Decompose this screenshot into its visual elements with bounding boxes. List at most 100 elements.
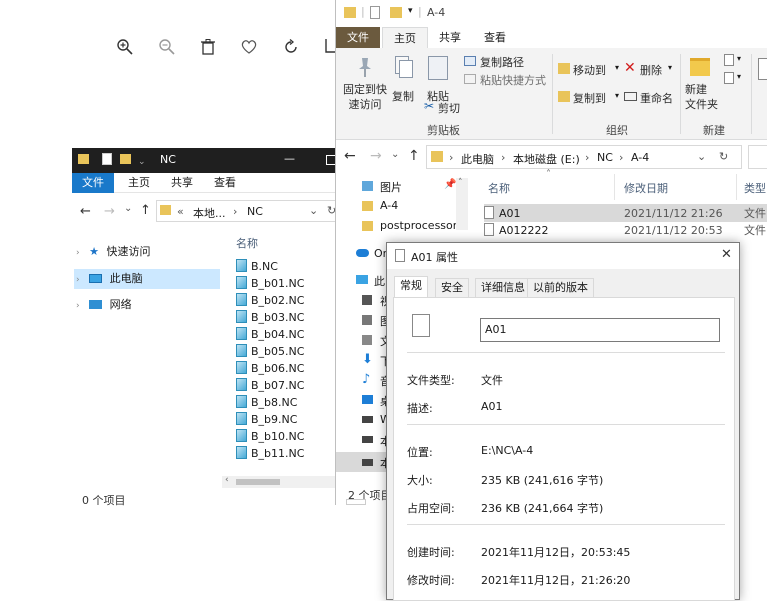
properties-icon[interactable] (102, 153, 112, 165)
list-item[interactable]: B_b07.NC (236, 377, 304, 394)
address-dropdown-icon[interactable]: ⌄ (697, 150, 706, 163)
scroll-left-icon[interactable]: ‹ (225, 475, 229, 485)
address-bar[interactable]: › 此电脑 › 本地磁盘 (E:) › NC › A-4 ⌄ ↻ (426, 145, 742, 169)
list-item[interactable]: B_b05.NC (236, 343, 304, 360)
address-segment[interactable]: A-4 (631, 151, 649, 164)
nav-scrollbar[interactable]: ˄ (456, 178, 468, 230)
tab-view[interactable]: 查看 (204, 173, 246, 193)
expand-icon[interactable]: › (76, 248, 80, 258)
nav-item-onedrive[interactable]: On (356, 246, 390, 264)
dropdown-icon[interactable]: ▾ (615, 63, 619, 72)
zoom-in-icon[interactable] (116, 38, 134, 56)
paste-button[interactable]: 粘贴 (424, 54, 452, 104)
tab-share[interactable]: 共享 (428, 27, 472, 48)
scroll-up-icon[interactable]: ˄ (458, 178, 463, 188)
tab-details[interactable]: 详细信息 (475, 278, 531, 297)
expand-icon[interactable]: › (76, 301, 80, 311)
address-segment[interactable]: 本地... (193, 205, 226, 221)
move-to-button[interactable]: 移动到 ▾ (558, 62, 620, 80)
tab-home[interactable]: 主页 (118, 173, 160, 193)
cut-button[interactable]: ✂ 剪切 (424, 99, 474, 116)
address-bar[interactable]: « 本地... › NC ⌄ ↻ (156, 200, 342, 222)
delete-button[interactable]: ✕ 删除 ▾ (624, 60, 676, 80)
search-input[interactable] (748, 145, 767, 169)
properties-icon[interactable] (370, 6, 380, 19)
dropdown-icon[interactable]: ▾ (737, 54, 741, 63)
copy-to-button[interactable]: 复制到 ▾ (558, 90, 620, 108)
list-item[interactable]: B.NC (236, 258, 278, 275)
address-dropdown-icon[interactable]: ⌄ (309, 204, 318, 217)
tab-home[interactable]: 主页 (382, 27, 428, 48)
pin-quick-access-button[interactable]: 固定到快 速访问 (342, 54, 388, 116)
expand-icon[interactable]: › (76, 275, 80, 285)
tab-file[interactable]: 文件 (72, 173, 114, 193)
view-toggle[interactable] (346, 499, 366, 505)
close-button[interactable]: ✕ (721, 247, 732, 262)
paste-shortcut-button[interactable]: 粘贴快捷方式 (464, 72, 556, 88)
rotate-icon[interactable] (282, 38, 300, 56)
scrollbar-thumb[interactable] (236, 479, 280, 485)
nav-this-pc[interactable]: › 此电脑 (74, 269, 220, 289)
list-item[interactable]: B_b8.NC (236, 394, 297, 411)
copy-path-button[interactable]: 复制路径 (464, 54, 556, 70)
address-chevron[interactable]: › (619, 151, 623, 164)
tab-view[interactable]: 查看 (473, 27, 517, 48)
address-chevron[interactable]: › (449, 151, 453, 164)
recent-dropdown-icon[interactable]: ⌄ (124, 203, 132, 214)
column-name[interactable]: 名称 (488, 180, 510, 196)
up-button[interactable]: ↑ (140, 203, 151, 218)
list-item[interactable]: B_b04.NC (236, 326, 304, 343)
easy-access-button[interactable]: ▾ (724, 72, 744, 88)
nav-item-local-disk-e[interactable]: 本 (336, 452, 391, 472)
nav-item-postprocessor[interactable]: postprocessor (362, 218, 457, 236)
address-chevron[interactable]: › (585, 151, 589, 164)
new-item-button[interactable]: ▾ (724, 54, 744, 70)
back-button[interactable]: ← (80, 204, 91, 219)
rename-button[interactable]: 重命名 (624, 90, 684, 108)
table-row[interactable]: A012222 (484, 222, 549, 239)
up-button[interactable]: ↑ (408, 148, 420, 164)
copy-button[interactable]: 复制 (390, 54, 416, 104)
address-chevron[interactable]: › (233, 205, 237, 218)
dropdown-icon[interactable]: ▾ (737, 72, 741, 81)
column-type[interactable]: 类型 (744, 180, 766, 196)
recent-dropdown-icon[interactable]: ⌄ (391, 149, 399, 160)
list-item[interactable]: B_b11.NC (236, 445, 304, 462)
quick-access-dropdown-icon[interactable]: ▾ (408, 6, 413, 16)
tab-file[interactable]: 文件 (336, 27, 380, 48)
list-item[interactable]: B_b02.NC (236, 292, 304, 309)
properties-ribbon-icon[interactable] (758, 58, 767, 80)
dropdown-icon[interactable]: ▾ (615, 91, 619, 100)
tab-security[interactable]: 安全 (435, 278, 469, 297)
nav-network[interactable]: › 网络 (74, 295, 220, 315)
forward-button[interactable]: → (104, 204, 115, 219)
list-item[interactable]: B_b01.NC (236, 275, 304, 292)
nav-quick-access[interactable]: › ★ 快速访问 (74, 242, 220, 262)
tab-general[interactable]: 常规 (394, 276, 428, 298)
column-name[interactable]: 名称 (236, 235, 258, 251)
address-segment[interactable]: 此电脑 (461, 151, 494, 167)
new-folder-icon[interactable] (390, 7, 402, 18)
dropdown-icon[interactable]: ▾ (668, 63, 672, 72)
new-folder-icon[interactable] (120, 154, 131, 164)
delete-icon[interactable] (199, 38, 217, 56)
column-date[interactable]: 修改日期 (624, 180, 668, 196)
list-item[interactable]: B_b9.NC (236, 411, 297, 428)
nav-item-a4[interactable]: A-4 (362, 198, 456, 216)
horizontal-scrollbar[interactable]: ‹ (222, 475, 340, 488)
list-item[interactable]: B_b10.NC (236, 428, 304, 445)
address-segment[interactable]: NC (597, 151, 613, 164)
tab-previous-versions[interactable]: 以前的版本 (527, 278, 594, 297)
tab-share[interactable]: 共享 (161, 173, 203, 193)
heart-icon[interactable] (240, 38, 258, 56)
nav-item-pictures[interactable]: 图片 📌 (362, 178, 456, 196)
back-button[interactable]: ← (344, 148, 356, 164)
file-name-input[interactable]: A01 (480, 318, 720, 342)
address-overflow[interactable]: « (177, 205, 184, 218)
forward-button[interactable]: → (370, 148, 382, 164)
list-item[interactable]: B_b03.NC (236, 309, 304, 326)
table-row[interactable]: A01 (484, 205, 521, 222)
nav-item-this-pc[interactable]: 此 (356, 272, 390, 290)
new-folder-button[interactable]: 新建 文件夹 (684, 54, 718, 116)
address-chevron[interactable]: › (501, 151, 505, 164)
